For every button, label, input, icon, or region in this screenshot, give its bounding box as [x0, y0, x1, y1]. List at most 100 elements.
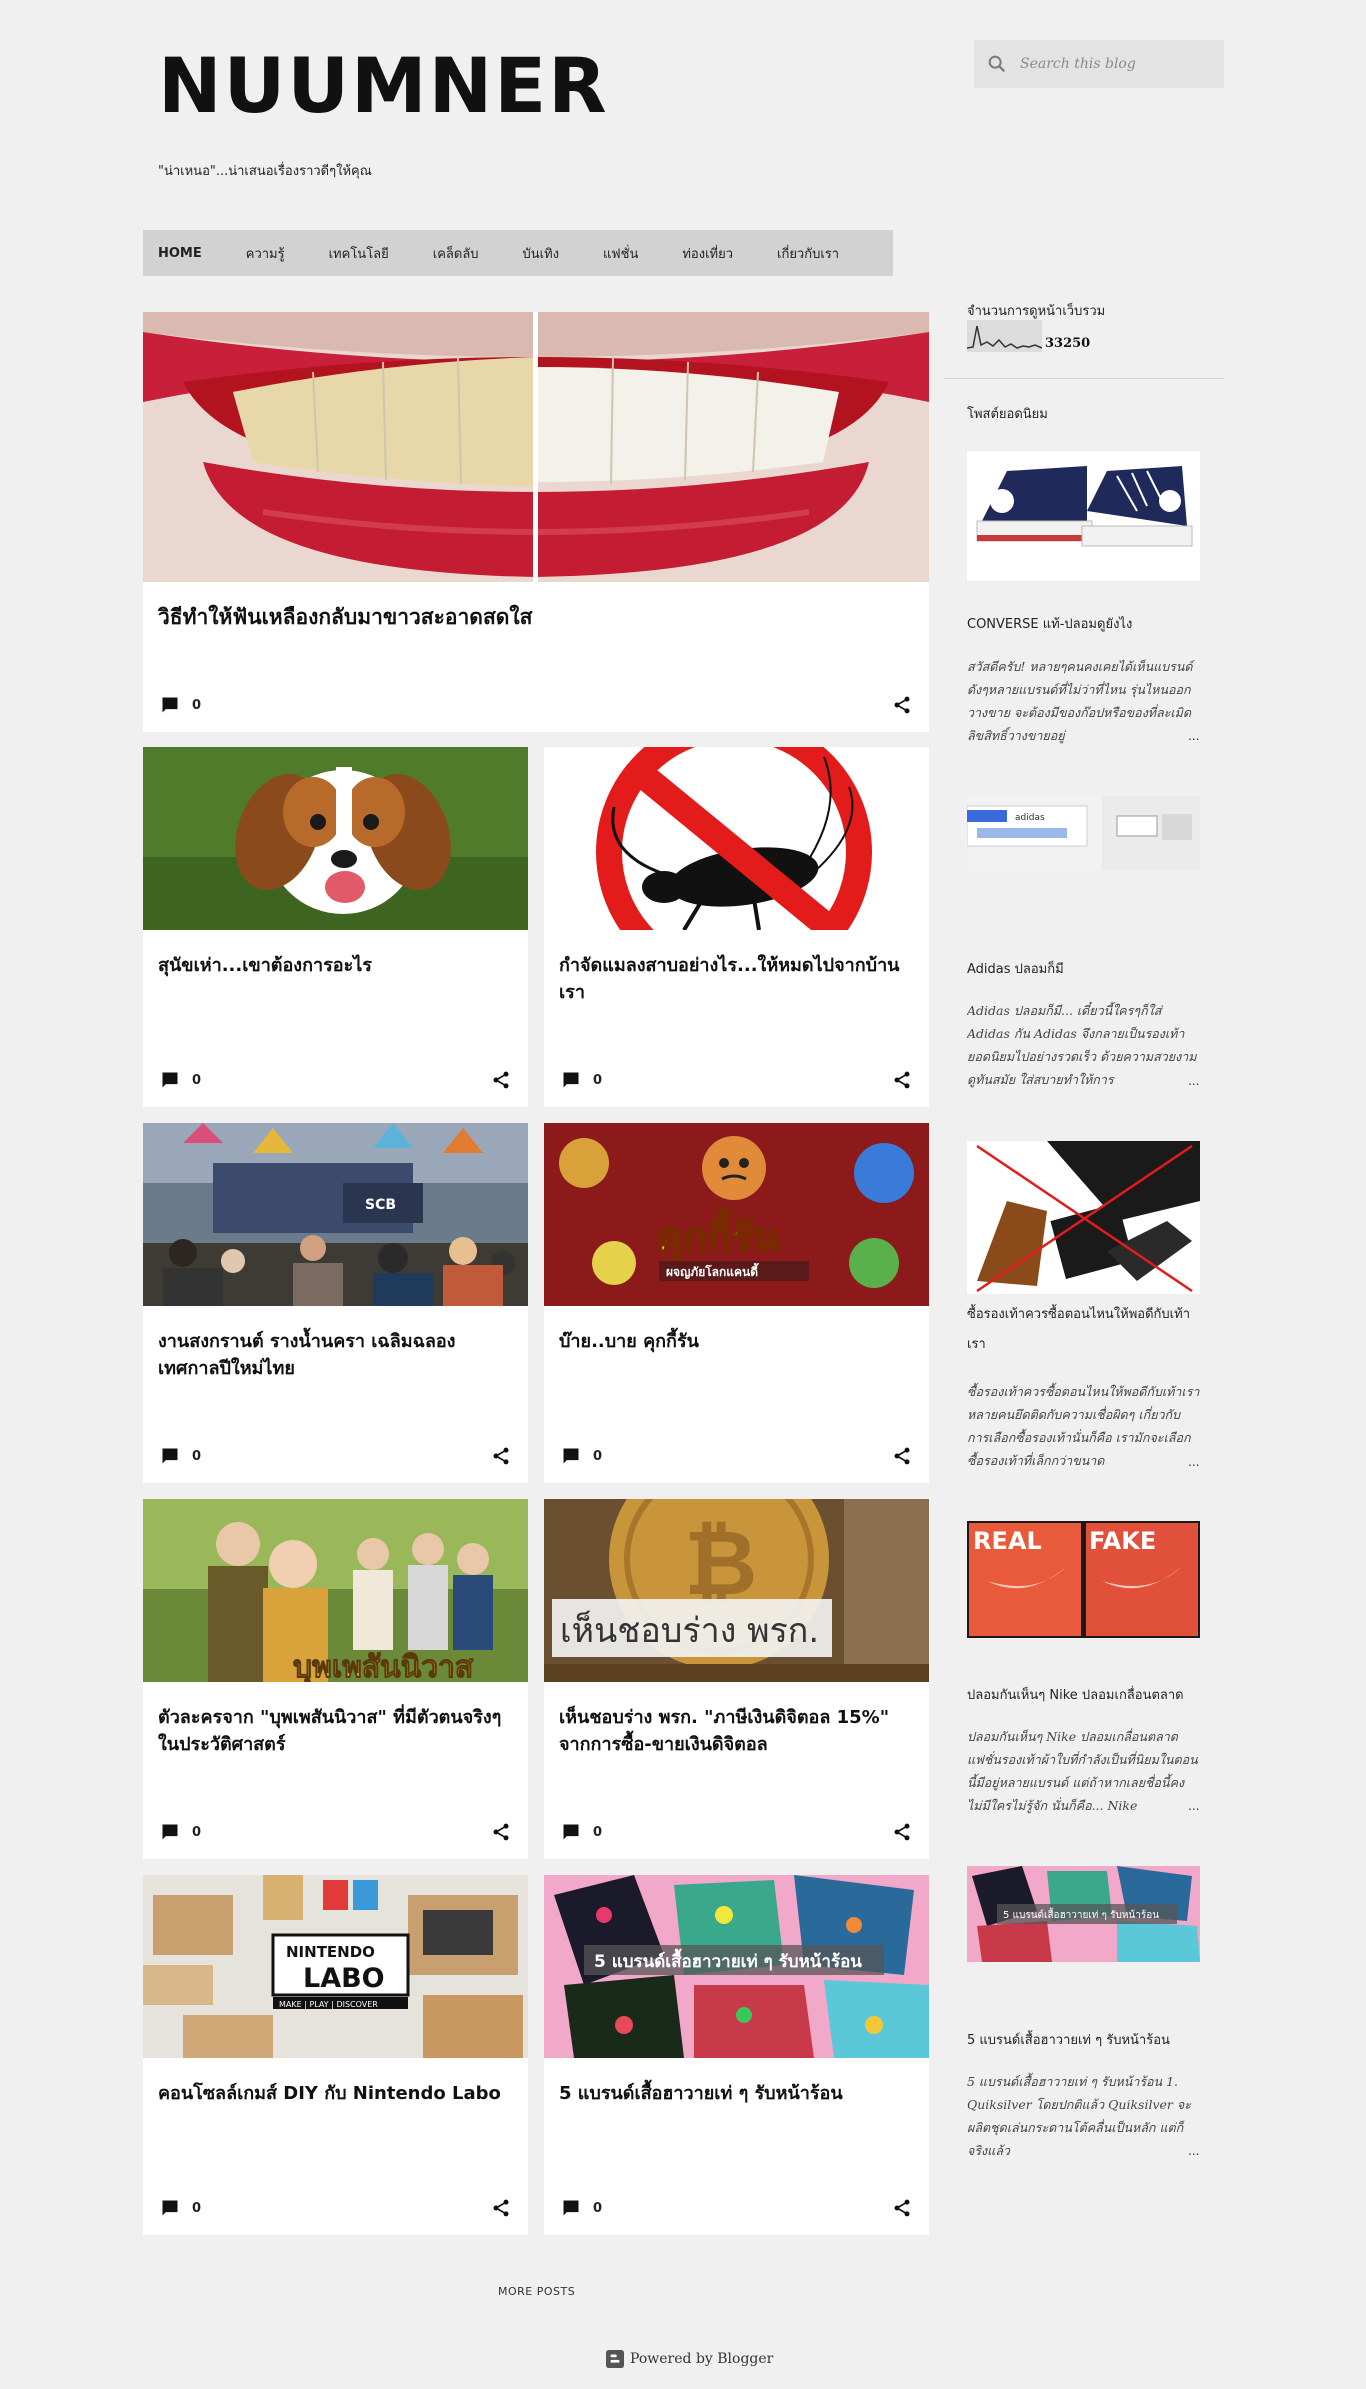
post-card: วิธีทำให้ฟันเหลืองกลับมาขาวสะอาดสดใส 0 — [143, 312, 929, 732]
post-title[interactable]: 5 แบรนด์เสื้อฮาวายเท่ ๆ รับหน้าร้อน — [559, 2080, 914, 2107]
post-thumbnail-drama[interactable]: บุพเพสันนิวาส — [143, 1499, 528, 1682]
share-icon[interactable] — [491, 1070, 511, 1090]
post-footer: 0 — [158, 1445, 513, 1467]
blog-description: "น่าเหนอ"...น่าเสนอเรื่องราวดีๆให้คุณ — [158, 164, 372, 179]
post-card: ₿ เห็นชอบร่าง พรก. เห็นชอบร่าง พรก. "ภาษ… — [544, 1499, 929, 1859]
comment-icon[interactable] — [561, 1822, 581, 1842]
comment-count[interactable]: 0 — [192, 2201, 201, 2216]
post-thumbnail-dog[interactable] — [143, 747, 528, 930]
adidas-label-text: adidas — [1015, 813, 1045, 823]
post-title[interactable]: คอนโซลล์เกมส์ DIY กับ Nintendo Labo — [158, 2080, 513, 2107]
nav-item-fashion[interactable]: แฟชั่น — [603, 243, 638, 264]
post-footer: 0 — [559, 1821, 914, 1843]
popular-post-title[interactable]: ซื้อรองเท้าควรซื้อตอนไหนให้พอดีกับเท้าเร… — [967, 1300, 1207, 1360]
search-input[interactable] — [1020, 52, 1210, 76]
post-title[interactable]: กำจัดแมลงสาบอย่างไร...ให้หมดไปจากบ้านเรา — [559, 952, 914, 1006]
comment-icon[interactable] — [160, 1822, 180, 1842]
popular-thumb-adidas[interactable]: adidas — [967, 796, 1200, 870]
real-label-text: REAL — [973, 1527, 1042, 1555]
post-thumbnail-no-cockroach[interactable] — [544, 747, 929, 930]
search-box[interactable] — [974, 40, 1224, 88]
popular-post-title[interactable]: ปลอมกันเห็นๆ Nike ปลอมเกลื่อนตลาด — [967, 1681, 1207, 1711]
nav-item-tips[interactable]: เคล็ดลับ — [433, 243, 479, 264]
post-card: NINTENDO LABO MAKE | PLAY | DISCOVER คอน… — [143, 1875, 528, 2235]
share-icon[interactable] — [491, 1446, 511, 1466]
more-posts-link[interactable]: MORE POSTS — [498, 2285, 575, 2298]
comment-count[interactable]: 0 — [593, 1825, 602, 1840]
popular-thumb-shoes[interactable] — [967, 1141, 1200, 1294]
popular-post-ellipsis[interactable]: ... — [1188, 1799, 1199, 1813]
nav-item-technology[interactable]: เทคโนโลยี — [329, 243, 389, 264]
share-icon[interactable] — [892, 1446, 912, 1466]
comment-count[interactable]: 0 — [593, 1073, 602, 1088]
post-thumbnail-nintendo-labo[interactable]: NINTENDO LABO MAKE | PLAY | DISCOVER — [143, 1875, 528, 2058]
share-icon[interactable] — [892, 2198, 912, 2218]
popular-post-snippet: ซื้อรองเท้าควรซื้อตอนไหนให้พอดีกับเท้าเร… — [967, 1384, 1200, 1469]
post-title[interactable]: บ๊าย..บาย คุกกี้รัน — [559, 1328, 914, 1355]
cookie-run-logo-text: คุกกี้รัน — [656, 1208, 780, 1263]
drama-logo-text: บุพเพสันนิวาส — [293, 1650, 474, 1682]
comment-icon[interactable] — [160, 2198, 180, 2218]
popular-thumb-hawaiian[interactable]: 5 แบรนด์เสื้อฮาวายเท่ ๆ รับหน้าร้อน — [967, 1866, 1200, 1962]
post-thumbnail-bitcoin[interactable]: ₿ เห็นชอบร่าง พรก. — [544, 1499, 929, 1682]
comment-count[interactable]: 0 — [192, 698, 201, 713]
post-thumbnail-cookie-run[interactable]: คุกกี้รัน ผจญภัยโลกแคนดี้ — [544, 1123, 929, 1306]
popular-post-snippet: สวัสดีครับ! หลายๆคนคงเคยได้เห็นแบรนด์ดัง… — [967, 659, 1193, 744]
comment-count[interactable]: 0 — [593, 2201, 602, 2216]
popular-post-snippet: Adidas ปลอมก็มี... เดี๋ยวนี้ใครๆก็ใส่ Ad… — [967, 1003, 1197, 1088]
blogger-icon — [606, 2350, 624, 2368]
comment-icon[interactable] — [561, 2198, 581, 2218]
powered-by-text: Powered by Blogger — [630, 2351, 774, 2367]
comment-count[interactable]: 0 — [593, 1449, 602, 1464]
post-footer: 0 — [158, 2197, 513, 2219]
comment-count[interactable]: 0 — [192, 1825, 201, 1840]
post-title[interactable]: งานสงกรานต์ รางน้ำนครา เฉลิมฉลองเทศกาลปี… — [158, 1328, 513, 1382]
popular-post-title[interactable]: 5 แบรนด์เสื้อฮาวายเท่ ๆ รับหน้าร้อน — [967, 2026, 1207, 2056]
share-icon[interactable] — [892, 695, 912, 715]
labo-tagline-text: MAKE | PLAY | DISCOVER — [279, 2000, 378, 2009]
post-title[interactable]: วิธีทำให้ฟันเหลืองกลับมาขาวสะอาดสดใส — [158, 602, 908, 634]
popular-post-title[interactable]: CONVERSE แท้-ปลอมดูยังไง — [967, 610, 1207, 640]
post-title[interactable]: เห็นชอบร่าง พรก. "ภาษีเงินดิจิตอล 15%" จ… — [559, 1704, 914, 1758]
post-footer: 0 — [158, 1821, 513, 1843]
post-thumbnail-teeth[interactable] — [143, 312, 929, 582]
popular-post-ellipsis[interactable]: ... — [1188, 729, 1199, 743]
comment-icon[interactable] — [561, 1446, 581, 1466]
powered-by-blogger[interactable]: Powered by Blogger — [606, 2350, 773, 2368]
post-card: SCB งานสงกรานต์ รางน้ำนครา เฉลิมฉลองเทศก… — [143, 1123, 528, 1483]
nav-item-about[interactable]: เกี่ยวกับเรา — [777, 243, 839, 264]
share-icon[interactable] — [892, 1822, 912, 1842]
comment-icon[interactable] — [160, 1446, 180, 1466]
pageview-count: 33250 — [1045, 336, 1091, 351]
comment-icon[interactable] — [160, 695, 180, 715]
popular-thumb-nike-real-fake[interactable]: REAL FAKE — [967, 1521, 1200, 1638]
nav-item-entertainment[interactable]: บันเทิง — [523, 243, 560, 264]
labo-logo-text-2: LABO — [303, 1963, 385, 1994]
comment-count[interactable]: 0 — [192, 1449, 201, 1464]
comment-count[interactable]: 0 — [192, 1073, 201, 1088]
popular-post-ellipsis[interactable]: ... — [1188, 1074, 1199, 1088]
comment-icon[interactable] — [561, 1070, 581, 1090]
labo-logo-text: NINTENDO — [286, 1943, 375, 1961]
nav-item-travel[interactable]: ท่องเที่ยว — [682, 243, 733, 264]
post-thumbnail-hawaiian-shirts[interactable]: 5 แบรนด์เสื้อฮาวายเท่ ๆ รับหน้าร้อน — [544, 1875, 929, 2058]
sidebar-divider — [944, 378, 1224, 379]
popular-post-ellipsis[interactable]: ... — [1188, 1455, 1199, 1469]
post-title[interactable]: ตัวละครจาก "บุพเพสันนิวาส" ที่มีตัวตนจริ… — [158, 1704, 513, 1758]
post-footer: 0 — [559, 1069, 914, 1091]
share-icon[interactable] — [491, 1822, 511, 1842]
hawaiian-banner-text: 5 แบรนด์เสื้อฮาวายเท่ ๆ รับหน้าร้อน — [1003, 1907, 1159, 1921]
nav-item-home[interactable]: HOME — [158, 246, 202, 261]
post-footer: 0 — [559, 2197, 914, 2219]
nav-item-knowledge[interactable]: ความรู้ — [246, 243, 285, 264]
post-thumbnail-songkran[interactable]: SCB — [143, 1123, 528, 1306]
post-title[interactable]: สุนัขเห่า...เขาต้องการอะไร — [158, 952, 513, 979]
blog-title[interactable]: NUUMNER — [158, 48, 609, 124]
search-icon[interactable] — [986, 53, 1008, 75]
share-icon[interactable] — [892, 1070, 912, 1090]
popular-post-title[interactable]: Adidas ปลอมก็มี — [967, 955, 1207, 985]
popular-thumb-converse[interactable] — [967, 451, 1200, 581]
share-icon[interactable] — [491, 2198, 511, 2218]
popular-post-ellipsis[interactable]: ... — [1188, 2144, 1199, 2158]
comment-icon[interactable] — [160, 1070, 180, 1090]
